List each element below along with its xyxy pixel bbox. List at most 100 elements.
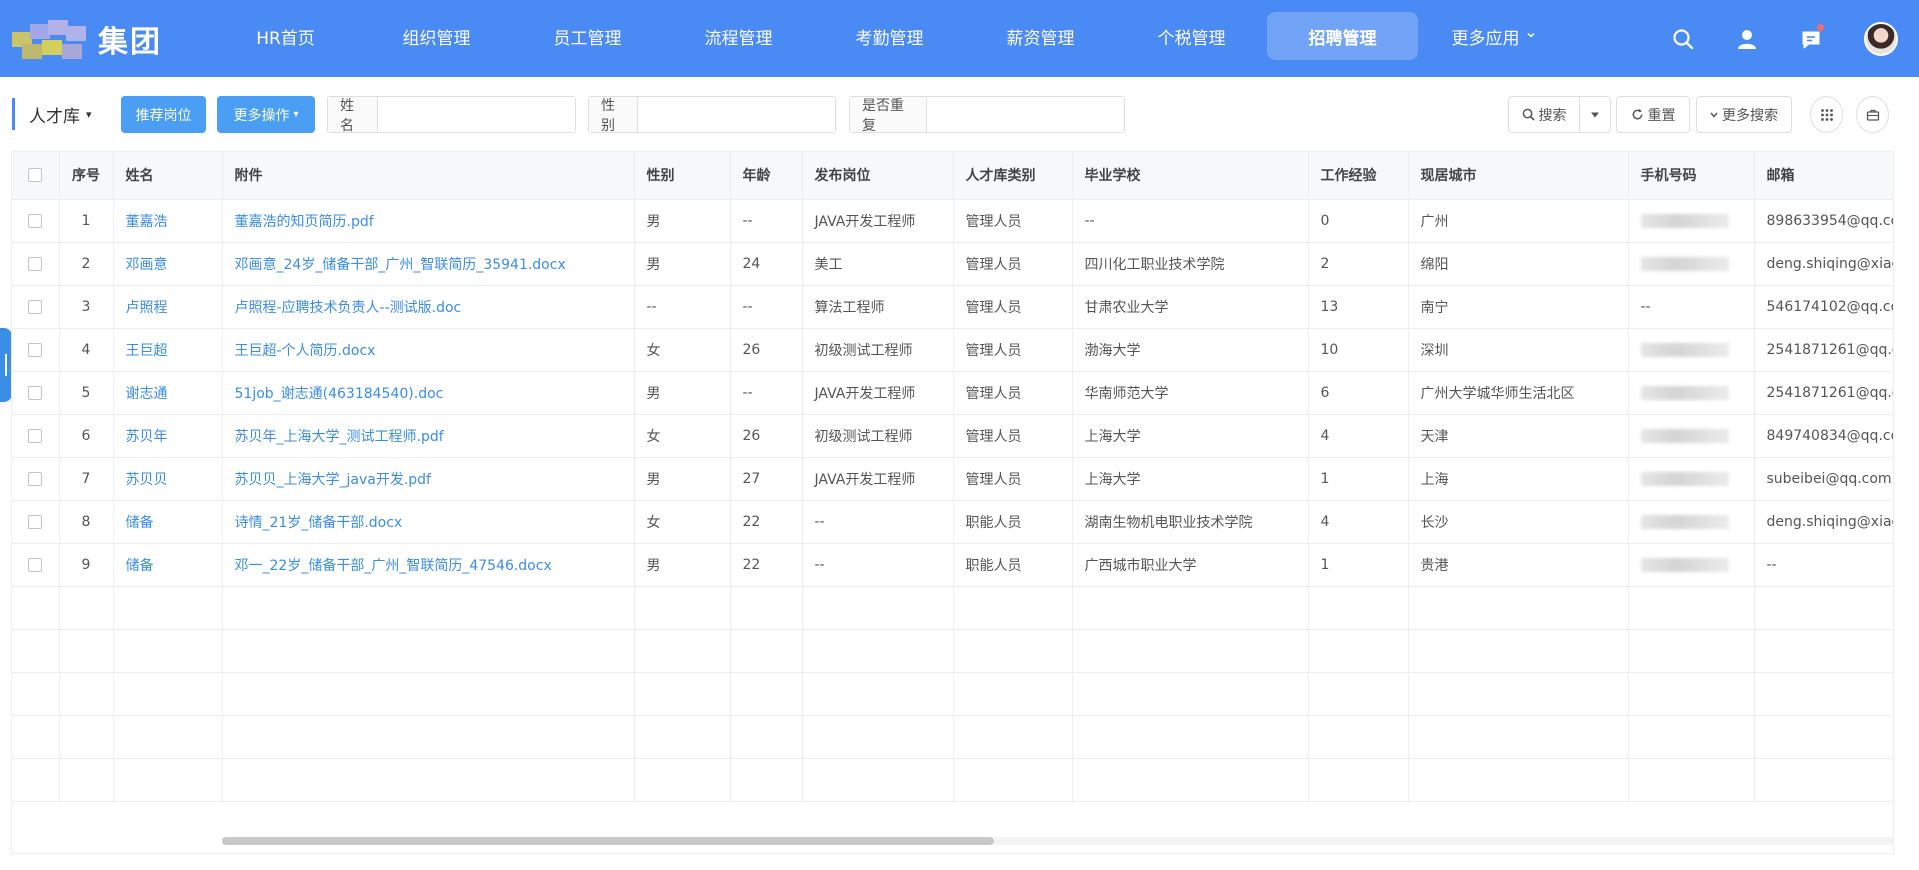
col-header-school[interactable]: 毕业学校 bbox=[1072, 152, 1309, 200]
gender-input[interactable] bbox=[638, 97, 835, 132]
cell-attachment[interactable]: 51job_谢志通(463184540).doc bbox=[222, 371, 635, 415]
row-checkbox[interactable] bbox=[28, 299, 43, 314]
empty-cell bbox=[59, 629, 114, 673]
empty-cell bbox=[1628, 715, 1755, 759]
table-row[interactable]: 3 卢照程 卢照程-应聘技术负责人--测试版.doc -- -- 算法工程师 管理人员 甘肃农… bbox=[12, 285, 1893, 329]
nav-item-employee[interactable]: 员工管理 bbox=[512, 12, 663, 60]
nav-item-recruitment[interactable]: 招聘管理 bbox=[1267, 12, 1418, 60]
col-header-attachment[interactable]: 附件 bbox=[222, 152, 635, 200]
cell-attachment[interactable]: 邓画意_24岁_储备干部_广州_智联简历_35941.docx bbox=[222, 242, 635, 286]
cell-attachment[interactable]: 诗情_21岁_储备干部.docx bbox=[222, 500, 635, 544]
table-row[interactable]: 4 王巨超 王巨超-个人简历.docx 女 26 初级测试工程师 管理人员 渤海大学 10 深圳 2… bbox=[12, 328, 1893, 372]
talent-pool-title: 人才库 bbox=[29, 106, 80, 127]
row-checkbox[interactable] bbox=[28, 213, 43, 228]
reset-button[interactable]: 重置 bbox=[1616, 96, 1690, 133]
search-button[interactable]: 搜索 bbox=[1508, 96, 1580, 133]
col-header-index[interactable]: 序号 bbox=[59, 152, 114, 200]
col-header-name[interactable]: 姓名 bbox=[113, 152, 223, 200]
table-row[interactable]: 5 谢志通 51job_谢志通(463184540).doc 男 -- JAVA开发工程师… bbox=[12, 371, 1893, 415]
search-icon[interactable] bbox=[1651, 0, 1715, 77]
col-header-gender[interactable]: 性别 bbox=[634, 152, 731, 200]
empty-cell bbox=[59, 672, 114, 716]
cell-attachment[interactable]: 卢照程-应聘技术负责人--测试版.doc bbox=[222, 285, 635, 329]
row-checkbox[interactable] bbox=[28, 428, 43, 443]
col-header-email[interactable]: 邮箱 bbox=[1754, 152, 1893, 200]
top-nav-bar: 集团 HR首页 组织管理 员工管理 流程管理 考勤管理 薪资管理 个税管理 招聘… bbox=[0, 0, 1919, 77]
col-header-position[interactable]: 发布岗位 bbox=[802, 152, 954, 200]
cell-name[interactable]: 王巨超 bbox=[113, 328, 223, 372]
cell-attachment[interactable]: 邓一_22岁_储备干部_广州_智联简历_47546.docx bbox=[222, 543, 635, 587]
nav-item-label: 考勤管理 bbox=[855, 28, 924, 49]
cell-name[interactable]: 苏贝贝 bbox=[113, 457, 223, 501]
chevron-down-icon bbox=[1526, 29, 1536, 43]
row-checkbox[interactable] bbox=[28, 471, 43, 486]
cell-school: 华南师范大学 bbox=[1072, 371, 1309, 415]
col-header-experience[interactable]: 工作经验 bbox=[1308, 152, 1409, 200]
row-checkbox[interactable] bbox=[28, 256, 43, 271]
scrollbar-thumb[interactable] bbox=[222, 837, 994, 845]
cell-name[interactable]: 苏贝年 bbox=[113, 414, 223, 458]
cell-name[interactable]: 储备 bbox=[113, 543, 223, 587]
export-button[interactable] bbox=[1856, 96, 1889, 133]
table-row[interactable]: 6 苏贝年 苏贝年_上海大学_测试工程师.pdf 女 26 初级测试工程师 管理人员 上海大学… bbox=[12, 414, 1893, 458]
select-all-checkbox[interactable] bbox=[28, 168, 43, 183]
row-checkbox[interactable] bbox=[28, 385, 43, 400]
nav-item-salary[interactable]: 薪资管理 bbox=[965, 12, 1116, 60]
grid-icon bbox=[1820, 108, 1833, 121]
cell-attachment[interactable]: 苏贝年_上海大学_测试工程师.pdf bbox=[222, 414, 635, 458]
chat-icon[interactable] bbox=[1779, 0, 1843, 77]
empty-cell bbox=[222, 715, 635, 759]
cell-age: 24 bbox=[730, 242, 803, 286]
recommend-position-button[interactable]: 推荐岗位 bbox=[121, 96, 206, 133]
col-header-age[interactable]: 年龄 bbox=[730, 152, 803, 200]
empty-cell bbox=[953, 586, 1073, 630]
cell-name[interactable]: 邓画意 bbox=[113, 242, 223, 286]
advanced-search-button[interactable]: 更多搜索 bbox=[1696, 96, 1792, 133]
table-row[interactable]: 8 储备 诗情_21岁_储备干部.docx 女 22 -- 职能人员 湖南生物机电职业技术学院… bbox=[12, 500, 1893, 544]
redacted-phone bbox=[1640, 514, 1729, 529]
col-header-city[interactable]: 现居城市 bbox=[1408, 152, 1629, 200]
cell-name[interactable]: 董嘉浩 bbox=[113, 199, 223, 243]
cell-name[interactable]: 储备 bbox=[113, 500, 223, 544]
cell-attachment[interactable]: 王巨超-个人简历.docx bbox=[222, 328, 635, 372]
row-checkbox[interactable] bbox=[28, 557, 43, 572]
empty-cell bbox=[634, 715, 731, 759]
nav-item-tax[interactable]: 个税管理 bbox=[1116, 12, 1267, 60]
cell-experience: 4 bbox=[1308, 414, 1409, 458]
table-row[interactable]: 9 储备 邓一_22岁_储备干部_广州_智联简历_47546.docx 男 22 -- 职能… bbox=[12, 543, 1893, 587]
cell-attachment[interactable]: 苏贝贝_上海大学_java开发.pdf bbox=[222, 457, 635, 501]
more-operations-button[interactable]: 更多操作 ▾ bbox=[217, 96, 315, 133]
name-input[interactable] bbox=[378, 97, 575, 132]
table-row[interactable]: 2 邓画意 邓画意_24岁_储备干部_广州_智联简历_35941.docx 男 24 美工… bbox=[12, 242, 1893, 286]
search-options-dropdown[interactable] bbox=[1579, 96, 1611, 133]
grid-view-button[interactable] bbox=[1810, 96, 1843, 133]
cell-position: 美工 bbox=[802, 242, 954, 286]
nav-item-org[interactable]: 组织管理 bbox=[361, 12, 512, 60]
cell-gender: 女 bbox=[634, 414, 731, 458]
col-header-phone[interactable]: 手机号码 bbox=[1628, 152, 1755, 200]
cell-attachment[interactable]: 董嘉浩的知页简历.pdf bbox=[222, 199, 635, 243]
talent-table: 序号 姓名 附件 性别 年龄 发布岗位 人才库类别 毕业学校 工作经验 现居城市… bbox=[11, 151, 1894, 854]
empty-cell bbox=[953, 715, 1073, 759]
talent-pool-selector[interactable]: 人才库 ▾ bbox=[12, 98, 92, 130]
nav-item-more-apps[interactable]: 更多应用 bbox=[1418, 12, 1569, 60]
cell-category: 管理人员 bbox=[953, 371, 1073, 415]
cell-name[interactable]: 卢照程 bbox=[113, 285, 223, 329]
row-checkbox[interactable] bbox=[28, 342, 43, 357]
horizontal-scrollbar[interactable] bbox=[222, 837, 1893, 845]
user-icon[interactable] bbox=[1715, 0, 1779, 77]
avatar-button[interactable] bbox=[1843, 0, 1919, 77]
brand-logo[interactable]: 集团 bbox=[12, 16, 177, 62]
caret-down-icon: ▾ bbox=[86, 107, 92, 121]
nav-item-hr-home[interactable]: HR首页 bbox=[210, 12, 361, 60]
table-row[interactable]: 1 董嘉浩 董嘉浩的知页简历.pdf 男 -- JAVA开发工程师 管理人员 -- 0 广州 898… bbox=[12, 199, 1893, 243]
row-checkbox[interactable] bbox=[28, 514, 43, 529]
col-header-category[interactable]: 人才库类别 bbox=[953, 152, 1073, 200]
duplicate-input[interactable] bbox=[927, 97, 1124, 132]
cell-age: -- bbox=[730, 285, 803, 329]
cell-name[interactable]: 谢志通 bbox=[113, 371, 223, 415]
nav-item-attendance[interactable]: 考勤管理 bbox=[814, 12, 965, 60]
nav-item-process[interactable]: 流程管理 bbox=[663, 12, 814, 60]
table-row[interactable]: 7 苏贝贝 苏贝贝_上海大学_java开发.pdf 男 27 JAVA开发工程师 管理人员上… bbox=[12, 457, 1893, 501]
cell-city: 广州大学城华师生活北区 bbox=[1408, 371, 1629, 415]
